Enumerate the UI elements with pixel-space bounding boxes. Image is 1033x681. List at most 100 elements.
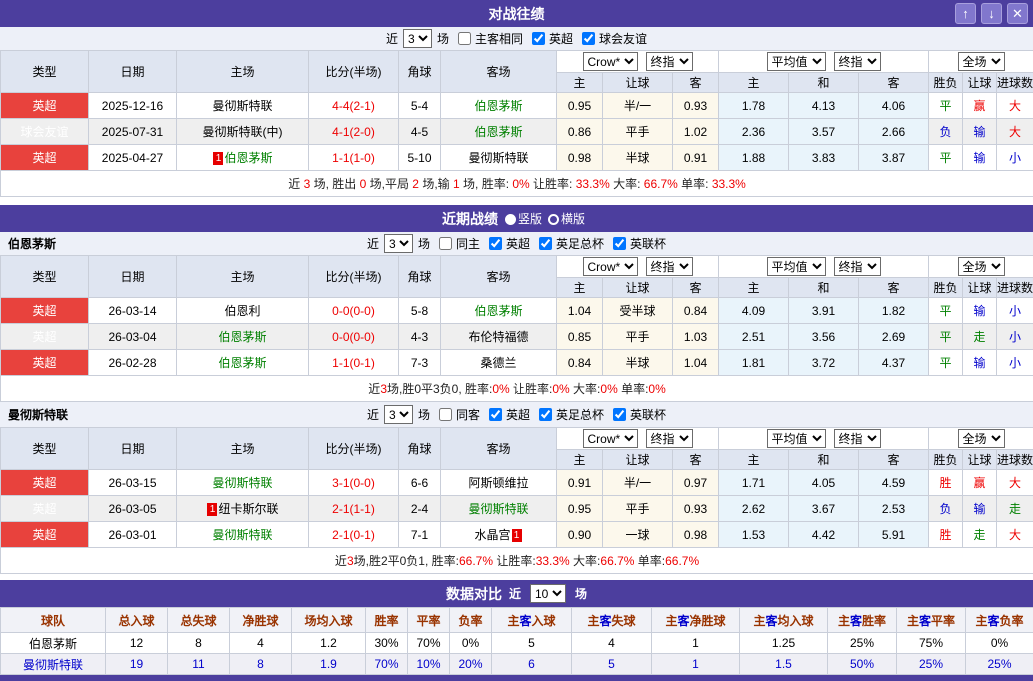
header-segment: 失球 <box>612 614 636 628</box>
team-name: 纽卡斯尔联 <box>218 502 278 516</box>
avg-draw-cell: 3.83 <box>789 145 859 171</box>
near-label: 近 <box>367 235 379 252</box>
odds-final-select[interactable]: 终指 <box>646 52 693 71</box>
team-name: 曼彻斯特联 <box>468 151 528 165</box>
avg-home-cell: 1.53 <box>719 522 789 548</box>
result-goals-cell: 大 <box>997 470 1033 496</box>
near-games-select[interactable]: 3 <box>403 29 432 48</box>
away-team-cell: 伯恩茅斯 <box>441 119 557 145</box>
odds-provider-select[interactable]: Crow* <box>583 257 638 276</box>
avg-away-cell: 2.53 <box>859 496 929 522</box>
result-goals-cell: 大 <box>997 119 1033 145</box>
bournemouth-table: 类型日期主场比分(半场)角球客场Crow*终指平均值终指全场主让球客主和客胜负让… <box>0 255 1033 402</box>
scope-select[interactable]: 全场 <box>958 429 1005 448</box>
match-row: 英超26-03-15曼彻斯特联3-1(0-0)6-6阿斯顿维拉0.91半/一0.… <box>1 470 1033 496</box>
scope-select[interactable]: 全场 <box>958 257 1005 276</box>
handicap-cell: 平手 <box>603 496 673 522</box>
filter-checkbox[interactable] <box>439 237 452 250</box>
compare-value-cell: 0% <box>966 633 1033 654</box>
column-subheader: 客 <box>859 278 929 298</box>
filter-checkbox[interactable] <box>489 237 502 250</box>
summary-segment: 66.7% <box>644 177 678 191</box>
compare-games-select[interactable]: 10 <box>530 584 566 603</box>
result-handicap-cell: 赢 <box>963 470 997 496</box>
filter-checkbox-label: 英超 <box>549 30 573 47</box>
odds-final-select[interactable]: 终指 <box>646 257 693 276</box>
home-team-cell: 曼彻斯特联 <box>177 522 309 548</box>
summary-row: 近3场,胜2平0负1, 胜率:66.7% 让胜率:33.3% 大率:66.7% … <box>1 548 1033 574</box>
near-label: 近 <box>509 585 521 602</box>
header-segment: 客 <box>599 614 611 628</box>
view-mode-label[interactable]: 横版 <box>561 212 585 226</box>
score-cell: 1-1(1-0) <box>309 145 399 171</box>
near-games-select[interactable]: 3 <box>384 405 413 424</box>
column-header: 角球 <box>399 256 441 298</box>
avg-provider-select[interactable]: 平均值 <box>767 52 826 71</box>
header-segment: 总入球 <box>118 614 154 628</box>
filter-checkbox-label: 英足总杯 <box>556 406 604 423</box>
column-subheader: 客 <box>673 278 719 298</box>
scroll-down-button[interactable]: ↓ <box>981 3 1002 24</box>
summary-segment: 大率: <box>570 382 601 396</box>
filter-checkbox[interactable] <box>458 32 471 45</box>
close-button[interactable]: ✕ <box>1007 3 1028 24</box>
column-header: 类型 <box>1 51 89 93</box>
view-mode-radio[interactable] <box>548 214 559 225</box>
avg-provider-select[interactable]: 平均值 <box>767 257 826 276</box>
avg-away-cell: 2.69 <box>859 324 929 350</box>
avg-final-select[interactable]: 终指 <box>834 429 881 448</box>
result-goals-cell: 小 <box>997 298 1033 324</box>
odds-provider-select[interactable]: Crow* <box>583 52 638 71</box>
filter-checkbox[interactable] <box>439 408 452 421</box>
view-mode-label[interactable]: 竖版 <box>518 212 542 226</box>
filter-checkbox[interactable] <box>489 408 502 421</box>
filter-checkbox[interactable] <box>539 408 552 421</box>
bottom-border-bar <box>0 675 1033 681</box>
near-games-select[interactable]: 3 <box>384 234 413 253</box>
avg-home-cell: 1.88 <box>719 145 789 171</box>
header-segment: 主 <box>665 614 677 628</box>
match-row: 英超26-03-14伯恩利0-0(0-0)5-8伯恩茅斯1.04受半球0.844… <box>1 298 1033 324</box>
score-cell: 2-1(0-1) <box>309 522 399 548</box>
avg-final-select[interactable]: 终指 <box>834 52 881 71</box>
scope-select[interactable]: 全场 <box>958 52 1005 71</box>
scroll-up-button[interactable]: ↑ <box>955 3 976 24</box>
view-mode-radio[interactable] <box>505 214 516 225</box>
result-handicap-cell: 输 <box>963 145 997 171</box>
odds-provider-select[interactable]: Crow* <box>583 429 638 448</box>
score-cell: 2-1(1-1) <box>309 496 399 522</box>
bournemouth-filter-row: 伯恩茅斯近3场同主英超英足总杯英联杯 <box>0 232 1033 255</box>
header-segment: 客 <box>765 614 777 628</box>
filter-checkbox[interactable] <box>613 408 626 421</box>
rank-badge: 1 <box>213 152 223 165</box>
compare-column-header: 总入球 <box>106 608 168 633</box>
select-group: 平均值终指 <box>719 429 928 448</box>
filter-checkbox[interactable] <box>613 237 626 250</box>
filter-checkbox[interactable] <box>532 32 545 45</box>
select-group: 全场 <box>929 52 1033 71</box>
odds-group-header: Crow* 终指 <box>557 256 719 278</box>
avg-provider-select[interactable]: 平均值 <box>767 429 826 448</box>
filter-checkbox[interactable] <box>582 32 595 45</box>
summary-segment: 3 <box>380 382 387 396</box>
odds-home-cell: 0.85 <box>557 324 603 350</box>
summary-segment: 33.3% <box>536 554 570 568</box>
corner-cell: 2-4 <box>399 496 441 522</box>
header-segment: 场均入球 <box>304 614 352 628</box>
filter-checkbox[interactable] <box>539 237 552 250</box>
avg-final-select[interactable]: 终指 <box>834 257 881 276</box>
home-team-cell: 伯恩茅斯 <box>177 324 309 350</box>
corner-cell: 7-3 <box>399 350 441 376</box>
h2h-table: 类型日期主场比分(半场)角球客场Crow*终指平均值终指全场主让球客主和客胜负让… <box>0 50 1033 197</box>
column-subheader: 让球 <box>963 278 997 298</box>
compare-value-cell: 4 <box>572 633 652 654</box>
away-team-cell: 曼彻斯特联 <box>441 145 557 171</box>
summary-segment: 66.7% <box>600 554 634 568</box>
table-header-row: 类型日期主场比分(半场)角球客场Crow*终指平均值终指全场 <box>1 256 1033 278</box>
column-header: 日期 <box>89 256 177 298</box>
compare-value-cell: 75% <box>897 633 966 654</box>
odds-final-select[interactable]: 终指 <box>646 429 693 448</box>
compare-value-cell: 1.5 <box>740 654 828 675</box>
column-header: 比分(半场) <box>309 428 399 470</box>
column-subheader: 主 <box>557 450 603 470</box>
